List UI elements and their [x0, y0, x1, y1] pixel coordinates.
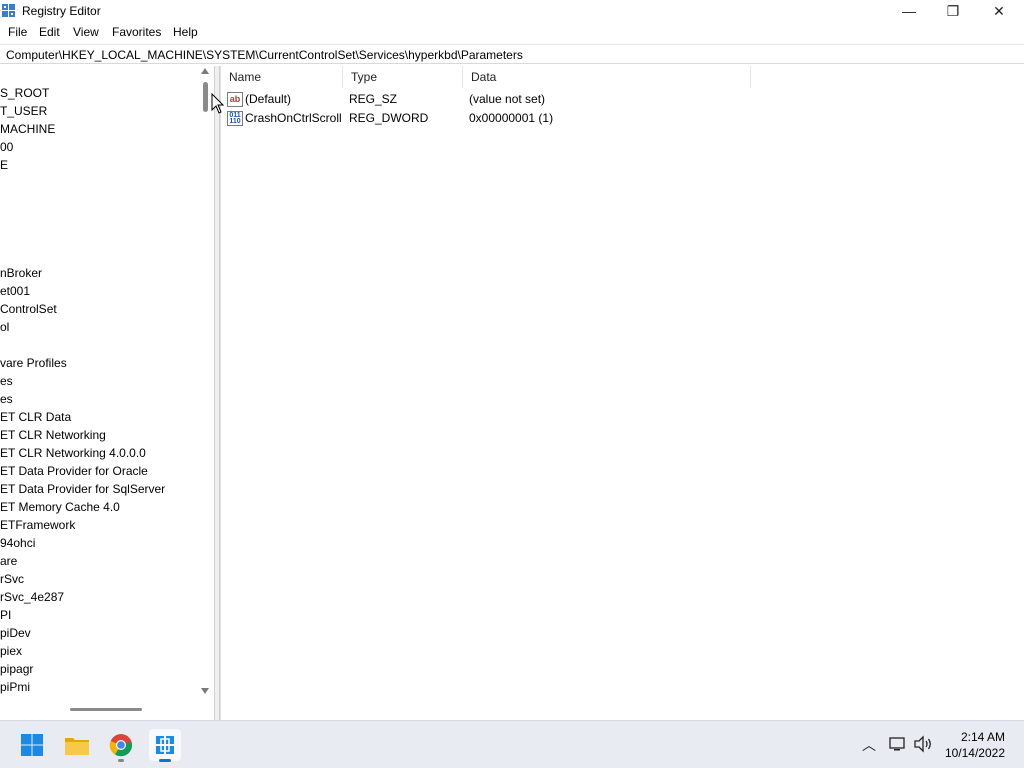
- tree-item[interactable]: rSvc_4e287: [0, 588, 200, 606]
- volume-icon[interactable]: [913, 735, 933, 753]
- column-header-data[interactable]: Data: [463, 66, 751, 88]
- taskbar: ︿ 2:14 AM 10/14/2022: [0, 720, 1024, 768]
- tree-item[interactable]: ET CLR Data: [0, 408, 200, 426]
- registry-app-icon: [2, 4, 15, 17]
- close-button[interactable]: ✕: [976, 0, 1022, 22]
- value-name: (Default): [245, 92, 292, 106]
- tree-item[interactable]: ET CLR Networking: [0, 426, 200, 444]
- network-icon[interactable]: [889, 736, 907, 752]
- value-row[interactable]: 011 110 CrashOnCtrlScroll REG_DWORD 0x000…: [221, 109, 1021, 128]
- value-row[interactable]: ab (Default) REG_SZ (value not set): [221, 90, 1021, 109]
- string-value-icon: ab: [227, 92, 243, 107]
- tree-item[interactable]: pipagr: [0, 660, 200, 678]
- dword-value-icon: 011 110: [227, 111, 243, 126]
- file-explorer-button[interactable]: [61, 729, 93, 761]
- mouse-cursor-icon: [211, 93, 225, 114]
- tree-item[interactable]: MACHINE: [0, 120, 200, 138]
- address-bar[interactable]: Computer\HKEY_LOCAL_MACHINE\SYSTEM\Curre…: [0, 44, 1024, 64]
- value-type: REG_SZ: [349, 92, 398, 106]
- running-indicator: [118, 759, 124, 762]
- key-tree: S_ROOT T_USER MACHINE 00 EnBroker et001 Contro…: [0, 84, 200, 696]
- registry-editor-icon: [156, 736, 174, 754]
- tree-item[interactable]: [0, 336, 200, 354]
- menu-help[interactable]: Help: [173, 25, 198, 39]
- show-hidden-icons-chevron-icon[interactable]: ︿: [862, 735, 876, 755]
- tree-item[interactable]: ET Memory Cache 4.0: [0, 498, 200, 516]
- menu-view[interactable]: View: [73, 25, 99, 39]
- value-type: REG_DWORD: [349, 111, 429, 125]
- clock-date[interactable]: 10/14/2022: [940, 746, 1005, 760]
- menu-file[interactable]: File: [8, 25, 27, 39]
- start-button[interactable]: [16, 729, 48, 761]
- vertical-scroll-thumb[interactable]: [203, 82, 208, 112]
- tree-item[interactable]: S_ROOT: [0, 84, 200, 102]
- window-title: Registry Editor: [22, 4, 101, 18]
- title-bar[interactable]: Registry Editor — ❐ ✕: [0, 0, 1024, 22]
- registry-editor-taskbar-button[interactable]: [149, 729, 181, 762]
- tree-item[interactable]: es: [0, 372, 200, 390]
- tree-item[interactable]: ET Data Provider for Oracle: [0, 462, 200, 480]
- tree-item[interactable]: piex: [0, 642, 200, 660]
- minimize-icon: —: [902, 3, 916, 19]
- active-indicator: [159, 759, 171, 762]
- tree-item[interactable]: piDev: [0, 624, 200, 642]
- restore-icon: ❐: [946, 2, 960, 19]
- scroll-down-arrow-icon[interactable]: [201, 688, 209, 694]
- chrome-icon: [109, 734, 133, 757]
- value-name: CrashOnCtrlScroll: [245, 111, 342, 125]
- tree-item[interactable]: E: [0, 156, 200, 174]
- tree-item[interactable]: are: [0, 552, 200, 570]
- value-data: (value not set): [469, 92, 546, 106]
- tree-item[interactable]: ETFramework: [0, 516, 200, 534]
- tree-item[interactable]: ol: [0, 318, 200, 336]
- tree-item[interactable]: nBroker: [0, 264, 200, 282]
- tree-horizontal-scrollbar[interactable]: [0, 702, 214, 718]
- column-header-name[interactable]: Name: [221, 66, 343, 88]
- key-tree-pane[interactable]: S_ROOT T_USER MACHINE 00 EnBroker et001 Contro…: [0, 66, 214, 720]
- file-explorer-icon: [65, 738, 89, 755]
- scroll-up-arrow-icon[interactable]: [201, 68, 209, 74]
- menu-favorites[interactable]: Favorites: [112, 25, 161, 39]
- tree-item[interactable]: T_USER: [0, 102, 200, 120]
- registry-editor-window: Registry Editor — ❐ ✕ File Edit View Fav…: [0, 0, 1024, 720]
- tree-item[interactable]: ET Data Provider for SqlServer: [0, 480, 200, 498]
- values-list-pane[interactable]: Name Type Data ab (Default) REG_SZ (valu…: [220, 66, 1024, 720]
- chrome-button[interactable]: [105, 729, 137, 762]
- tree-item[interactable]: ET CLR Networking 4.0.0.0: [0, 444, 200, 462]
- value-data: 0x00000001 (1): [469, 111, 554, 125]
- tree-item[interactable]: [0, 174, 200, 192]
- tree-item[interactable]: [0, 210, 200, 228]
- tree-item[interactable]: vare Profiles: [0, 354, 200, 372]
- tree-item[interactable]: 94ohci: [0, 534, 200, 552]
- tree-vertical-scrollbar[interactable]: [199, 66, 213, 702]
- column-header-type[interactable]: Type: [343, 66, 463, 88]
- tree-item[interactable]: [0, 246, 200, 264]
- minimize-button[interactable]: —: [886, 0, 932, 22]
- menu-bar: File Edit View Favorites Help: [0, 22, 1024, 42]
- tree-item[interactable]: 00: [0, 138, 200, 156]
- maximize-button[interactable]: ❐: [930, 0, 976, 22]
- tree-item[interactable]: es: [0, 390, 200, 408]
- close-icon: ✕: [993, 2, 1005, 19]
- tree-item[interactable]: [0, 228, 200, 246]
- tree-item[interactable]: ControlSet: [0, 300, 200, 318]
- tree-item[interactable]: PI: [0, 606, 200, 624]
- tree-item[interactable]: [0, 192, 200, 210]
- horizontal-scroll-thumb[interactable]: [70, 708, 142, 711]
- tree-item[interactable]: rSvc: [0, 570, 200, 588]
- tree-item[interactable]: et001: [0, 282, 200, 300]
- tree-item[interactable]: piPmi: [0, 678, 200, 696]
- menu-edit[interactable]: Edit: [39, 25, 60, 39]
- address-path: Computer\HKEY_LOCAL_MACHINE\SYSTEM\Curre…: [6, 48, 523, 62]
- clock-time[interactable]: 2:14 AM: [940, 730, 1005, 744]
- start-icon: [21, 734, 43, 756]
